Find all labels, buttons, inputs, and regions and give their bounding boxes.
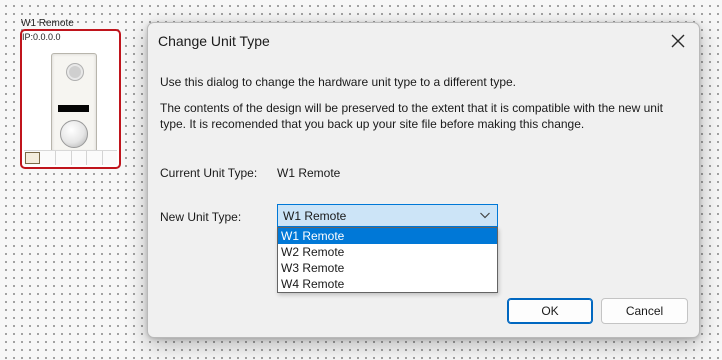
current-unit-type-label: Current Unit Type: — [160, 166, 258, 180]
knob-icon — [60, 120, 88, 148]
device-button-strip — [24, 150, 117, 165]
new-unit-type-label: New Unit Type: — [160, 210, 242, 224]
device-ip-label: IP:0.0.0.0 — [22, 32, 61, 42]
device-faceplate — [51, 53, 97, 153]
device-name-label: W1 Remote — [21, 18, 74, 29]
device-strip-cell — [72, 151, 88, 165]
device-strip-cell — [25, 152, 40, 164]
canvas-device-w1-remote[interactable] — [20, 29, 121, 169]
close-icon — [671, 34, 685, 48]
select-value: W1 Remote — [283, 208, 347, 223]
dialog-title: Change Unit Type — [158, 33, 270, 49]
warning-text: The contents of the design will be prese… — [160, 101, 663, 131]
dropdown-option-w4-remote[interactable]: W4 Remote — [278, 276, 497, 292]
dropdown-option-w2-remote[interactable]: W2 Remote — [278, 244, 497, 260]
dropdown-option-w3-remote[interactable]: W3 Remote — [278, 260, 497, 276]
current-unit-type-value: W1 Remote — [277, 166, 341, 180]
sensor-icon — [67, 64, 83, 80]
device-strip-cell — [103, 151, 117, 165]
cancel-button[interactable]: Cancel — [601, 298, 688, 324]
device-strip-cell — [56, 151, 72, 165]
dropdown-option-w1-remote[interactable]: W1 Remote — [278, 228, 497, 244]
chevron-down-icon — [480, 212, 490, 219]
close-button[interactable] — [665, 29, 691, 53]
unit-type-dropdown-list: W1 Remote W2 Remote W3 Remote W4 Remote — [277, 227, 498, 293]
new-unit-type-select[interactable]: W1 Remote — [277, 204, 498, 227]
device-strip-cell — [87, 151, 103, 165]
change-unit-type-dialog: Change Unit Type Use this dialog to chan… — [147, 22, 700, 338]
intro-text: Use this dialog to change the hardware u… — [160, 75, 517, 89]
ok-button[interactable]: OK — [507, 298, 593, 324]
device-display — [58, 105, 89, 112]
device-strip-cell — [41, 151, 57, 165]
